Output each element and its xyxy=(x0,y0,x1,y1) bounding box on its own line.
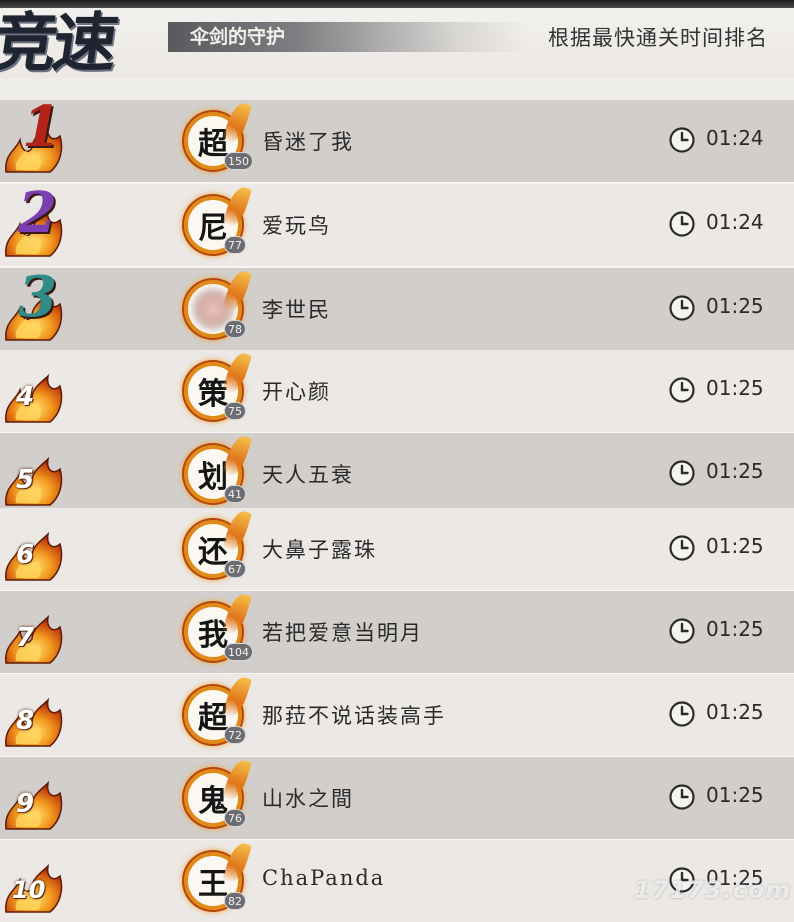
clear-time: 01:25 xyxy=(706,700,764,724)
clock-icon xyxy=(669,211,695,237)
leaderboard-row[interactable]: 1 超 150 昏迷了我 01:24 xyxy=(0,94,794,182)
leaderboard-row[interactable]: 4 策 75 开心颜 01:25 xyxy=(0,350,794,432)
page-title: 竞速 xyxy=(0,6,119,81)
flame-icon xyxy=(5,614,63,664)
clear-time: 01:25 xyxy=(706,617,764,641)
level-badge: 104 xyxy=(224,643,253,661)
avatar-flame-icon xyxy=(221,591,253,637)
player-name: 昏迷了我 xyxy=(262,130,354,154)
leaderboard-row[interactable]: 8 超 72 那菈不说话装高手 01:25 xyxy=(0,674,794,756)
clear-time: 01:25 xyxy=(706,376,764,400)
leaderboard-row[interactable]: 7 我 104 若把爱意当明月 01:25 xyxy=(0,591,794,673)
level-badge: 82 xyxy=(224,892,246,910)
level-badge: 78 xyxy=(224,320,246,338)
avatar[interactable]: 我 104 xyxy=(180,591,253,663)
rank-number: 6 xyxy=(16,540,35,570)
avatar-flame-icon xyxy=(221,508,253,554)
mode-label: 伞剑的守护 xyxy=(168,22,528,52)
avatar-flame-icon xyxy=(221,350,253,396)
clear-time: 01:24 xyxy=(706,210,764,234)
level-badge: 150 xyxy=(224,152,253,170)
clock-icon xyxy=(669,784,695,810)
rank-number: 9 xyxy=(16,789,35,819)
flame-icon xyxy=(5,697,63,747)
player-name: 爱玩鸟 xyxy=(262,214,331,238)
avatar[interactable]: 超 72 xyxy=(180,674,253,746)
clock-icon xyxy=(669,535,695,561)
level-badge: 77 xyxy=(224,236,246,254)
rank-number: 7 xyxy=(16,623,35,653)
player-name: ChaPanda xyxy=(262,866,386,890)
clear-time: 01:24 xyxy=(706,126,764,150)
flame-icon xyxy=(5,456,63,506)
avatar[interactable]: 王 82 xyxy=(180,840,253,912)
avatar-flame-icon xyxy=(221,433,253,479)
rank-number: 3 xyxy=(18,264,57,330)
ranking-description: 根据最快通关时间排名 xyxy=(548,26,768,50)
level-badge: 72 xyxy=(224,726,246,744)
rank-number: 4 xyxy=(16,382,35,412)
clock-icon xyxy=(669,377,695,403)
rank-number: 10 xyxy=(12,876,46,904)
clock-icon xyxy=(669,618,695,644)
avatar-flame-icon xyxy=(221,674,253,720)
clock-icon xyxy=(669,295,695,321)
watermark: 17173.com xyxy=(634,876,792,904)
level-badge: 41 xyxy=(224,485,246,503)
leaderboard-row[interactable]: 5 划 41 天人五衰 01:25 xyxy=(0,433,794,515)
player-name: 天人五衰 xyxy=(262,463,354,487)
rank-number: 8 xyxy=(16,706,35,736)
avatar[interactable]: 鬼 76 xyxy=(180,757,253,829)
avatar-flame-icon xyxy=(221,757,253,803)
leaderboard-row[interactable]: 3 78 李世民 01:25 xyxy=(0,264,794,350)
avatar[interactable]: 超 150 xyxy=(180,100,253,172)
flame-icon xyxy=(5,780,63,830)
player-name: 那菈不说话装高手 xyxy=(262,704,446,728)
leaderboard-row[interactable]: 9 鬼 76 山水之間 01:25 xyxy=(0,757,794,839)
avatar[interactable]: 78 xyxy=(180,268,253,340)
avatar-flame-icon xyxy=(221,840,253,886)
player-name: 李世民 xyxy=(262,298,331,322)
avatar[interactable]: 划 41 xyxy=(180,433,253,505)
level-badge: 75 xyxy=(224,402,246,420)
clear-time: 01:25 xyxy=(706,294,764,318)
clear-time: 01:25 xyxy=(706,783,764,807)
clock-icon xyxy=(669,701,695,727)
flame-icon xyxy=(5,373,63,423)
avatar[interactable]: 策 75 xyxy=(180,350,253,422)
player-name: 若把爱意当明月 xyxy=(262,621,423,645)
clear-time: 01:25 xyxy=(706,534,764,558)
avatar-flame-icon xyxy=(221,268,253,314)
leaderboard-header: 竞速 伞剑的守护 根据最快通关时间排名 xyxy=(0,0,794,81)
avatar[interactable]: 还 67 xyxy=(180,508,253,580)
player-name: 开心颜 xyxy=(262,380,331,404)
level-badge: 67 xyxy=(224,560,246,578)
level-badge: 76 xyxy=(224,809,246,827)
avatar[interactable]: 尼 77 xyxy=(180,184,253,256)
rank-number: 2 xyxy=(18,180,57,246)
rank-number: 1 xyxy=(22,94,61,160)
avatar-flame-icon xyxy=(221,100,253,146)
player-name: 大鼻子露珠 xyxy=(262,538,377,562)
leaderboard-row[interactable]: 6 还 67 大鼻子露珠 01:25 xyxy=(0,508,794,590)
clear-time: 01:25 xyxy=(706,459,764,483)
clock-icon xyxy=(669,127,695,153)
avatar-flame-icon xyxy=(221,184,253,230)
flame-icon xyxy=(5,531,63,581)
clock-icon xyxy=(669,460,695,486)
player-name: 山水之間 xyxy=(262,787,354,811)
leaderboard-row[interactable]: 2 尼 77 爱玩鸟 01:24 xyxy=(0,180,794,266)
rank-number: 5 xyxy=(16,465,35,495)
